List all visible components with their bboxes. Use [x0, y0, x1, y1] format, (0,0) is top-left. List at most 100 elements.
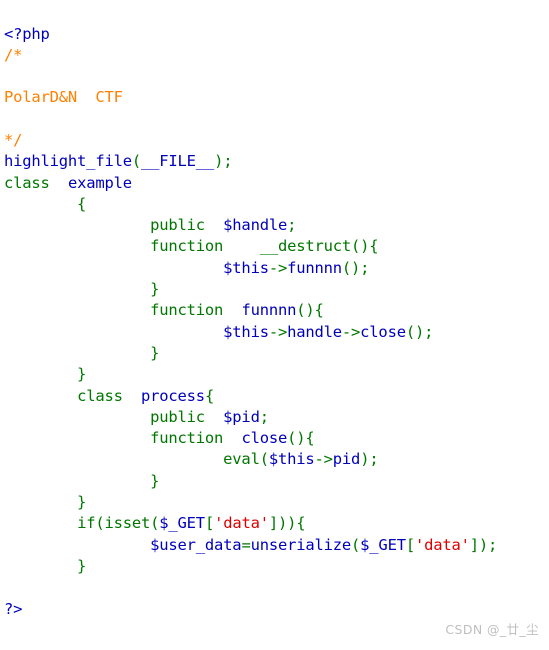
code-line: highlight_file(__FILE__);: [4, 151, 545, 172]
code-token: ->: [341, 322, 361, 341]
code-token: }: [4, 365, 87, 384]
code-line: {: [4, 194, 545, 215]
code-token: PolarD&N CTF: [4, 88, 123, 107]
code-token: pid: [332, 450, 361, 469]
code-token: $pid: [223, 407, 260, 426]
code-token: ->: [268, 258, 288, 277]
code-line: <?php: [4, 24, 545, 45]
code-token: (: [259, 450, 269, 469]
code-token: 'data': [414, 535, 470, 554]
code-token: (){: [351, 237, 379, 256]
code-line: $this->handle->close();: [4, 322, 545, 343]
code-token: function: [150, 237, 224, 256]
code-token: $handle: [223, 216, 288, 235]
code-token: */: [4, 130, 23, 149]
code-token: if: [77, 514, 96, 533]
code-line: */: [4, 130, 545, 151]
code-token: public: [150, 216, 205, 235]
csdn-watermark: CSDN @_廿_尘: [445, 622, 539, 637]
code-line: }: [4, 279, 545, 300]
code-token: ;: [259, 407, 269, 426]
code-line: public $pid;: [4, 407, 545, 428]
code-token: ();: [405, 322, 434, 341]
code-token: funnnn: [241, 301, 297, 320]
code-token: class: [4, 173, 50, 192]
code-token: $this: [268, 450, 315, 469]
code-token: unserialize: [250, 535, 352, 554]
code-token: close: [360, 322, 406, 341]
code-token: (: [131, 152, 141, 171]
code-line: }: [4, 556, 545, 577]
code-token: <?php: [4, 24, 50, 43]
code-token: [: [204, 514, 215, 533]
code-token: }: [4, 343, 160, 362]
code-token: ->: [314, 450, 333, 469]
code-token: isset: [104, 514, 151, 533]
code-line: function __destruct(){: [4, 236, 545, 257]
code-line: eval($this->pid);: [4, 449, 545, 470]
code-line: $this->funnnn();: [4, 258, 545, 279]
code-token: );: [360, 450, 379, 469]
code-token: function: [150, 301, 224, 320]
code-token: 'data': [214, 514, 269, 533]
code-token: ])){: [268, 514, 306, 533]
code-token: $_GET: [159, 514, 205, 533]
code-line: PolarD&N CTF: [4, 87, 545, 108]
code-token: $this: [223, 258, 269, 277]
code-token: public: [150, 407, 205, 426]
code-token: (: [150, 514, 160, 533]
code-line: function funnnn(){: [4, 300, 545, 321]
code-token: highlight_file: [4, 152, 132, 171]
code-token: }: [4, 556, 87, 575]
code-token: function: [150, 429, 224, 448]
php-code-listing: <?php /* PolarD&N CTF */ highlight_file(__FI…: [4, 24, 545, 620]
code-token: $this: [223, 322, 269, 341]
code-token: close: [241, 429, 288, 448]
code-token: );: [214, 152, 233, 171]
code-line: ?>: [4, 599, 545, 620]
code-token: funnnn: [287, 258, 342, 277]
code-token: class: [77, 386, 123, 405]
code-token: eval: [223, 450, 260, 469]
code-token: (){: [296, 301, 324, 320]
code-line: }: [4, 471, 545, 492]
code-token: }: [4, 471, 160, 490]
code-line: class example: [4, 173, 545, 194]
code-token: }: [4, 280, 160, 299]
code-token: __destruct: [259, 237, 352, 256]
code-token: (){: [287, 429, 315, 448]
code-line: }: [4, 343, 545, 364]
code-token: =: [241, 535, 251, 554]
code-token: ]);: [469, 535, 498, 554]
code-token: ;: [287, 216, 297, 235]
code-token: /*: [4, 45, 23, 64]
code-token: {: [4, 194, 87, 213]
code-screenshot-page: <?php /* PolarD&N CTF */ highlight_file(__FI…: [0, 0, 549, 650]
code-token: {: [204, 386, 215, 405]
code-token: example: [67, 173, 132, 192]
code-line: class process{: [4, 386, 545, 407]
code-line: if(isset($_GET['data'])){: [4, 513, 545, 534]
code-line: }: [4, 364, 545, 385]
code-token: $user_data: [150, 535, 242, 554]
code-line: public $handle;: [4, 215, 545, 236]
